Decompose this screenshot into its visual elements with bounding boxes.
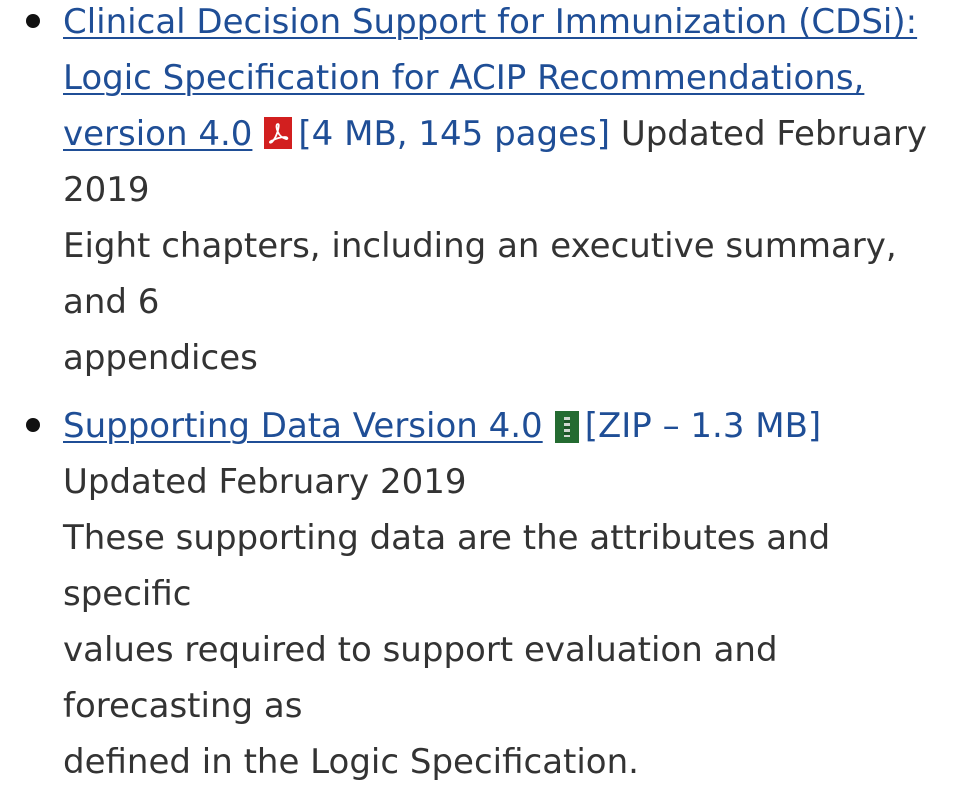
document-list: Clinical Decision Support for Immunizati… xyxy=(0,0,956,790)
zip-icon xyxy=(554,411,579,443)
item-description-line-2: values required to support evaluation an… xyxy=(63,630,778,726)
list-item: Clinical Decision Support for Immunizati… xyxy=(0,0,956,386)
list-item: Supporting Data Version 4.0 [ZIP – 1.3 MB… xyxy=(0,398,956,790)
updated-date: Updated February 2019 xyxy=(63,462,467,502)
item-description-line-1: These supporting data are the attributes… xyxy=(63,518,831,614)
title-line-1: Clinical Decision Support for Immunizati… xyxy=(63,0,942,50)
updated-date: Updated February xyxy=(620,114,927,154)
file-size-info: [4 MB, 145 pages] xyxy=(298,114,610,154)
title-line-2: Logic Specification for ACIP Recommendat… xyxy=(63,50,942,106)
item-description-line-2: appendices xyxy=(63,338,258,378)
pdf-icon xyxy=(264,117,293,149)
title-line-1: Supporting Data Version 4.0 [ZIP – 1.3 MB… xyxy=(63,398,942,454)
file-size-info: [ZIP – 1.3 MB] xyxy=(584,406,822,446)
item-description-line-1: Eight chapters, including an executive s… xyxy=(63,226,897,322)
updated-date-year: 2019 xyxy=(63,170,150,210)
bullet-icon xyxy=(26,14,40,28)
cdsi-logic-spec-link-cont[interactable]: Logic Specification for ACIP Recommendat… xyxy=(63,58,864,98)
cdsi-logic-spec-link[interactable]: Clinical Decision Support for Immunizati… xyxy=(63,2,917,42)
supporting-data-link[interactable]: Supporting Data Version 4.0 xyxy=(63,406,543,446)
bullet-icon xyxy=(26,418,40,432)
cdsi-logic-spec-link-version[interactable]: version 4.0 xyxy=(63,114,252,154)
title-line-3: version 4.0 [4 MB, 145 pages] Updated Feb… xyxy=(63,106,942,162)
item-description-line-3: defined in the Logic Specification. xyxy=(63,742,639,782)
